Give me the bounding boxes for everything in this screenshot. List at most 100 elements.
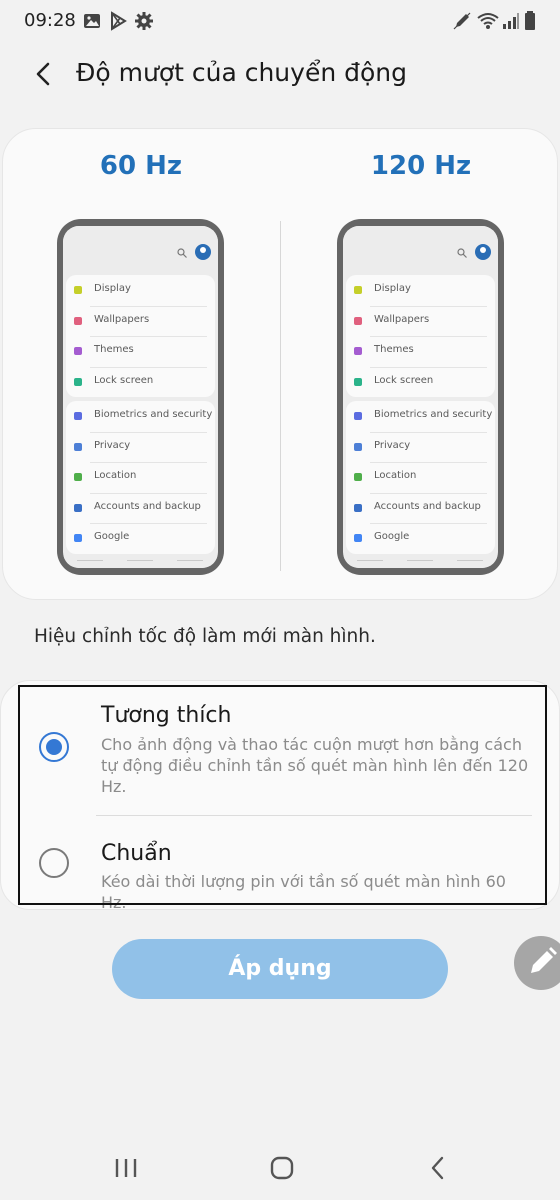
settings-menu-item: Privacy <box>66 431 215 463</box>
settings-menu-item-label: Themes <box>374 344 414 355</box>
settings-menu-item: Location <box>346 462 495 493</box>
floating-edit-button[interactable] <box>514 936 560 990</box>
refresh-rate-description: Hiệu chỉnh tốc độ làm mới màn hình. <box>34 626 376 647</box>
settings-menu-item-label: Display <box>94 283 131 294</box>
sun-icon <box>74 286 82 294</box>
phone-top-bar <box>343 226 498 274</box>
shield-icon <box>354 412 362 420</box>
gallery-icon <box>84 14 100 28</box>
settings-menu-item: Display <box>346 275 495 306</box>
key-icon <box>74 503 82 512</box>
themes-icon <box>74 347 82 355</box>
battery-icon <box>525 11 535 30</box>
settings-menu-item-label: Wallpapers <box>374 313 430 325</box>
themes-icon <box>354 347 362 355</box>
settings-menu-item: Biometrics and security <box>346 401 495 432</box>
settings-menu-item-label: Biometrics and security <box>374 409 493 420</box>
settings-menu-item-label: Lock screen <box>94 374 154 386</box>
settings-menu-item: Accounts and backup <box>346 492 495 524</box>
wallpaper-icon <box>354 316 362 325</box>
search-icon <box>457 248 467 258</box>
shield-icon <box>74 412 82 420</box>
settings-menu-item-label: Display <box>374 283 411 294</box>
phone-screen: Display Wallpapers Themes Lock screen Biome… <box>63 226 218 568</box>
key-icon <box>354 503 362 512</box>
settings-group-2: Biometrics and security Privacy Location Ac… <box>66 401 215 554</box>
privacy-icon <box>354 442 362 451</box>
option-adaptive-title: Tương thích <box>101 703 232 728</box>
wallpaper-icon <box>74 316 82 325</box>
refresh-rate-preview-card: 60 Hz 120 Hz Display Wallpapers Themes Lock… <box>2 128 558 600</box>
preview-120hz-label: 120 Hz <box>370 151 472 181</box>
settings-menu-item: Display <box>66 275 215 306</box>
search-icon <box>177 248 187 258</box>
preview-60hz-label: 60 Hz <box>99 151 183 181</box>
settings-menu-item-label: Accounts and backup <box>94 500 201 512</box>
phone-preview-60hz: Display Wallpapers Themes Lock screen Biome… <box>57 219 224 575</box>
status-bar: 09:28 <box>0 0 560 42</box>
settings-menu-item: Wallpapers <box>346 305 495 337</box>
apply-button[interactable]: Áp dụng <box>112 939 448 999</box>
settings-group-2: Biometrics and security Privacy Location Ac… <box>346 401 495 554</box>
settings-menu-item-label: Privacy <box>94 439 131 451</box>
profile-avatar-icon <box>195 244 211 260</box>
privacy-icon <box>74 442 82 451</box>
settings-group-1: Display Wallpapers Themes Lock screen <box>346 275 495 397</box>
google-icon <box>74 534 82 542</box>
status-time: 09:28 <box>24 10 76 31</box>
settings-menu-item: Google <box>346 523 495 554</box>
settings-menu-item: Biometrics and security <box>66 401 215 432</box>
settings-menu-item-label: Biometrics and security <box>94 409 213 420</box>
radio-standard[interactable] <box>39 848 69 878</box>
location-pin-icon <box>74 473 82 481</box>
phone-bottom-bar <box>343 556 498 568</box>
settings-menu-item-label: Lock screen <box>374 374 434 386</box>
signal-icon <box>503 13 519 29</box>
settings-menu-item: Google <box>66 523 215 554</box>
settings-menu-item: Location <box>66 462 215 493</box>
settings-menu-item-label: Privacy <box>374 439 411 451</box>
settings-menu-item-label: Location <box>374 470 417 481</box>
option-standard-title: Chuẩn <box>101 841 172 866</box>
settings-menu-item-label: Themes <box>94 344 134 355</box>
page-title: Độ mượt của chuyển động <box>76 58 407 87</box>
back-arrow-icon[interactable] <box>26 56 62 92</box>
settings-menu-item-label: Google <box>94 531 130 542</box>
settings-menu-item: Privacy <box>346 431 495 463</box>
profile-avatar-icon <box>475 244 491 260</box>
phone-bottom-bar <box>63 556 218 568</box>
options-divider <box>96 815 532 816</box>
settings-gear-icon <box>135 12 153 30</box>
settings-menu-item: Themes <box>66 336 215 367</box>
home-icon[interactable] <box>262 1152 302 1184</box>
settings-menu-item-label: Accounts and backup <box>374 500 481 512</box>
settings-menu-item-label: Location <box>94 470 137 481</box>
sun-icon <box>354 286 362 294</box>
screen: 09:28 Độ mượt của chuyển động 60 Hz 120 … <box>0 0 560 1200</box>
edit-pen-icon <box>453 12 471 30</box>
option-adaptive-description: Cho ảnh động và thao tác cuộn mượt hơn b… <box>101 735 529 796</box>
recents-icon[interactable] <box>106 1152 146 1184</box>
radio-adaptive[interactable] <box>39 732 69 762</box>
phone-preview-120hz: Display Wallpapers Themes Lock screen Biome… <box>337 219 504 575</box>
settings-menu-item: Themes <box>346 336 495 367</box>
settings-menu-item-label: Wallpapers <box>94 313 150 325</box>
header: Độ mượt của chuyển động <box>0 48 560 102</box>
option-standard-description: Kéo dài thời lượng pin với tần số quét m… <box>101 872 506 912</box>
option-standard[interactable]: Chuẩn Kéo dài thời lượng pin với tần số … <box>18 830 548 912</box>
settings-group-1: Display Wallpapers Themes Lock screen <box>66 275 215 397</box>
phone-screen: Display Wallpapers Themes Lock screen Biome… <box>343 226 498 568</box>
play-store-icon <box>111 11 127 31</box>
google-icon <box>354 534 362 542</box>
navigation-bar <box>0 1136 560 1200</box>
option-adaptive[interactable]: Tương thích Cho ảnh động và thao tác cuộ… <box>18 700 548 812</box>
lock-screen-icon <box>354 377 362 386</box>
location-pin-icon <box>354 473 362 481</box>
back-nav-icon[interactable] <box>418 1152 458 1184</box>
settings-menu-item: Lock screen <box>346 366 495 398</box>
settings-menu-item: Accounts and backup <box>66 492 215 524</box>
phone-top-bar <box>63 226 218 274</box>
settings-menu-item: Lock screen <box>66 366 215 398</box>
wifi-icon <box>477 13 499 29</box>
preview-divider <box>280 221 281 571</box>
